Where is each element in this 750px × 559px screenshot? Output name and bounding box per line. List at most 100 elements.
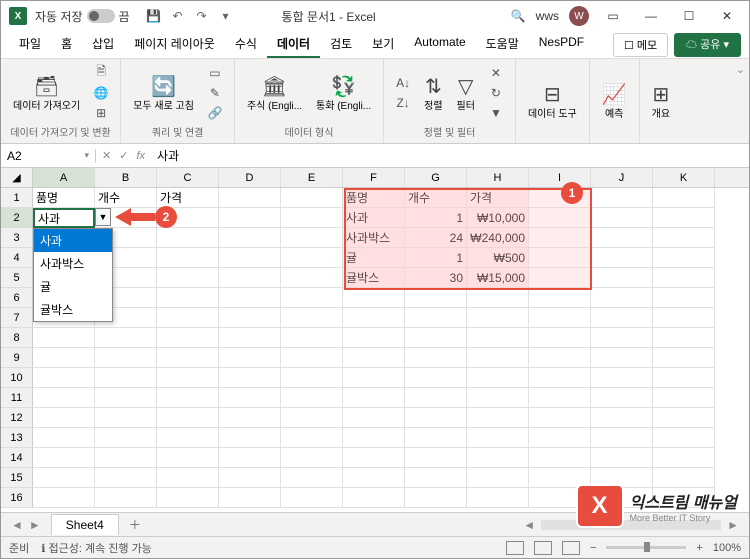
cell-E6[interactable] (281, 288, 343, 308)
data-validation-dropdown-icon[interactable]: ▼ (95, 208, 111, 226)
cell-H14[interactable] (467, 448, 529, 468)
cell-G16[interactable] (405, 488, 467, 508)
cell-C12[interactable] (157, 408, 219, 428)
cell-J10[interactable] (591, 368, 653, 388)
cell-F11[interactable] (343, 388, 405, 408)
cell-C1[interactable]: 가격 (157, 188, 219, 208)
add-sheet-button[interactable]: ＋ (119, 516, 151, 533)
from-text-icon[interactable]: 🗎 (90, 64, 112, 82)
cell-J14[interactable] (591, 448, 653, 468)
close-button[interactable]: ✕ (713, 9, 741, 23)
sort-asc-icon[interactable]: A↓ (392, 74, 414, 92)
cell-F2[interactable]: 사과 (343, 208, 405, 228)
cell-A12[interactable] (33, 408, 95, 428)
cell-D16[interactable] (219, 488, 281, 508)
cell-D13[interactable] (219, 428, 281, 448)
cell-E2[interactable] (281, 208, 343, 228)
cell-F12[interactable] (343, 408, 405, 428)
cell-C5[interactable] (157, 268, 219, 288)
cell-C14[interactable] (157, 448, 219, 468)
cell-H10[interactable] (467, 368, 529, 388)
ribbon-display-icon[interactable]: ▭ (599, 9, 627, 23)
cell-E8[interactable] (281, 328, 343, 348)
cell-I2[interactable] (529, 208, 591, 228)
maximize-button[interactable]: ☐ (675, 9, 703, 23)
cell-E1[interactable] (281, 188, 343, 208)
column-header-K[interactable]: K (653, 168, 715, 187)
cell-G12[interactable] (405, 408, 467, 428)
row-header-1[interactable]: 1 (1, 188, 33, 208)
cell-D9[interactable] (219, 348, 281, 368)
column-header-C[interactable]: C (157, 168, 219, 187)
dropdown-option[interactable]: 귤 (34, 275, 112, 298)
cell-C9[interactable] (157, 348, 219, 368)
cell-D11[interactable] (219, 388, 281, 408)
cell-H11[interactable] (467, 388, 529, 408)
advanced-filter-icon[interactable]: ▼ (485, 104, 507, 122)
cell-D12[interactable] (219, 408, 281, 428)
column-header-A[interactable]: A (33, 168, 95, 187)
zoom-value[interactable]: 100% (713, 542, 741, 554)
cell-D8[interactable] (219, 328, 281, 348)
cell-C15[interactable] (157, 468, 219, 488)
cell-E4[interactable] (281, 248, 343, 268)
cell-A10[interactable] (33, 368, 95, 388)
cell-J7[interactable] (591, 308, 653, 328)
cell-I6[interactable] (529, 288, 591, 308)
formula-input[interactable]: 사과 (151, 147, 749, 164)
dropdown-option[interactable]: 귤박스 (34, 298, 112, 321)
reapply-icon[interactable]: ↻ (485, 84, 507, 102)
cell-J12[interactable] (591, 408, 653, 428)
row-header-4[interactable]: 4 (1, 248, 33, 268)
sort-desc-icon[interactable]: Z↓ (392, 94, 414, 112)
cell-F15[interactable] (343, 468, 405, 488)
cell-J13[interactable] (591, 428, 653, 448)
column-header-D[interactable]: D (219, 168, 281, 187)
cell-H16[interactable] (467, 488, 529, 508)
cell-H13[interactable] (467, 428, 529, 448)
cell-I5[interactable] (529, 268, 591, 288)
outline-button[interactable]: ⊞개요 (648, 80, 674, 122)
cell-K6[interactable] (653, 288, 715, 308)
cell-F10[interactable] (343, 368, 405, 388)
cell-I10[interactable] (529, 368, 591, 388)
cell-G5[interactable]: 30 (405, 268, 467, 288)
cell-I12[interactable] (529, 408, 591, 428)
minimize-button[interactable]: — (637, 9, 665, 23)
cell-D14[interactable] (219, 448, 281, 468)
collapse-ribbon-icon[interactable]: ⌄ (732, 59, 749, 143)
cell-B14[interactable] (95, 448, 157, 468)
from-table-icon[interactable]: ⊞ (90, 104, 112, 122)
row-header-14[interactable]: 14 (1, 448, 33, 468)
cell-C3[interactable] (157, 228, 219, 248)
cell-B1[interactable]: 개수 (95, 188, 157, 208)
share-button[interactable]: ☁ 공유 ▾ (674, 33, 741, 57)
cell-H9[interactable] (467, 348, 529, 368)
cell-H6[interactable] (467, 288, 529, 308)
cell-C11[interactable] (157, 388, 219, 408)
cell-A9[interactable] (33, 348, 95, 368)
cell-E11[interactable] (281, 388, 343, 408)
cell-F14[interactable] (343, 448, 405, 468)
cell-E3[interactable] (281, 228, 343, 248)
cell-A16[interactable] (33, 488, 95, 508)
cell-K10[interactable] (653, 368, 715, 388)
dropdown-option[interactable]: 사과 (34, 229, 112, 252)
menu-item-수식[interactable]: 수식 (225, 31, 267, 58)
sort-button[interactable]: ⇅정렬 (420, 72, 446, 114)
cell-J5[interactable] (591, 268, 653, 288)
data-tools-button[interactable]: ⊟데이터 도구 (524, 80, 581, 122)
zoom-in-icon[interactable]: + (696, 542, 702, 554)
cell-G10[interactable] (405, 368, 467, 388)
clear-filter-icon[interactable]: ✕ (485, 64, 507, 82)
cell-A11[interactable] (33, 388, 95, 408)
cell-E13[interactable] (281, 428, 343, 448)
cell-G2[interactable]: 1 (405, 208, 467, 228)
cell-A1[interactable]: 품명 (33, 188, 95, 208)
cell-E14[interactable] (281, 448, 343, 468)
cell-K5[interactable] (653, 268, 715, 288)
cell-G4[interactable]: 1 (405, 248, 467, 268)
menu-item-보기[interactable]: 보기 (362, 31, 404, 58)
cell-C10[interactable] (157, 368, 219, 388)
cell-A13[interactable] (33, 428, 95, 448)
